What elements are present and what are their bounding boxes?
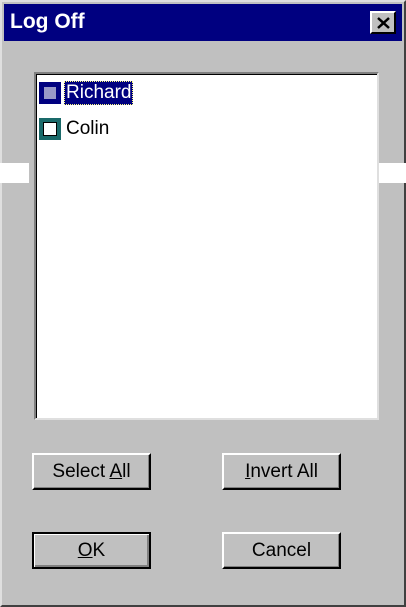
list-item-richard[interactable]: Richard: [39, 80, 134, 106]
close-button[interactable]: [370, 11, 396, 34]
list-item-colin[interactable]: Colin: [39, 116, 111, 142]
title-bar[interactable]: Log Off: [4, 4, 402, 41]
users-listbox[interactable]: Richard Colin: [34, 72, 379, 420]
window-title: Log Off: [10, 10, 85, 33]
list-item-label: Colin: [66, 118, 110, 139]
close-icon: [377, 17, 390, 29]
invert-all-button[interactable]: Invert All: [222, 453, 341, 490]
screenshot-gap-left: [0, 163, 29, 183]
checkbox-icon[interactable]: [39, 118, 61, 140]
cancel-button[interactable]: Cancel: [222, 532, 341, 569]
checkbox-icon[interactable]: [39, 82, 61, 104]
log-off-dialog: Log Off Richard Colin Select All Invert …: [0, 0, 406, 607]
list-item-label: Richard: [64, 81, 134, 105]
screenshot-gap-right: [379, 163, 406, 183]
ok-button[interactable]: OK: [32, 532, 151, 569]
select-all-button[interactable]: Select All: [32, 453, 151, 490]
